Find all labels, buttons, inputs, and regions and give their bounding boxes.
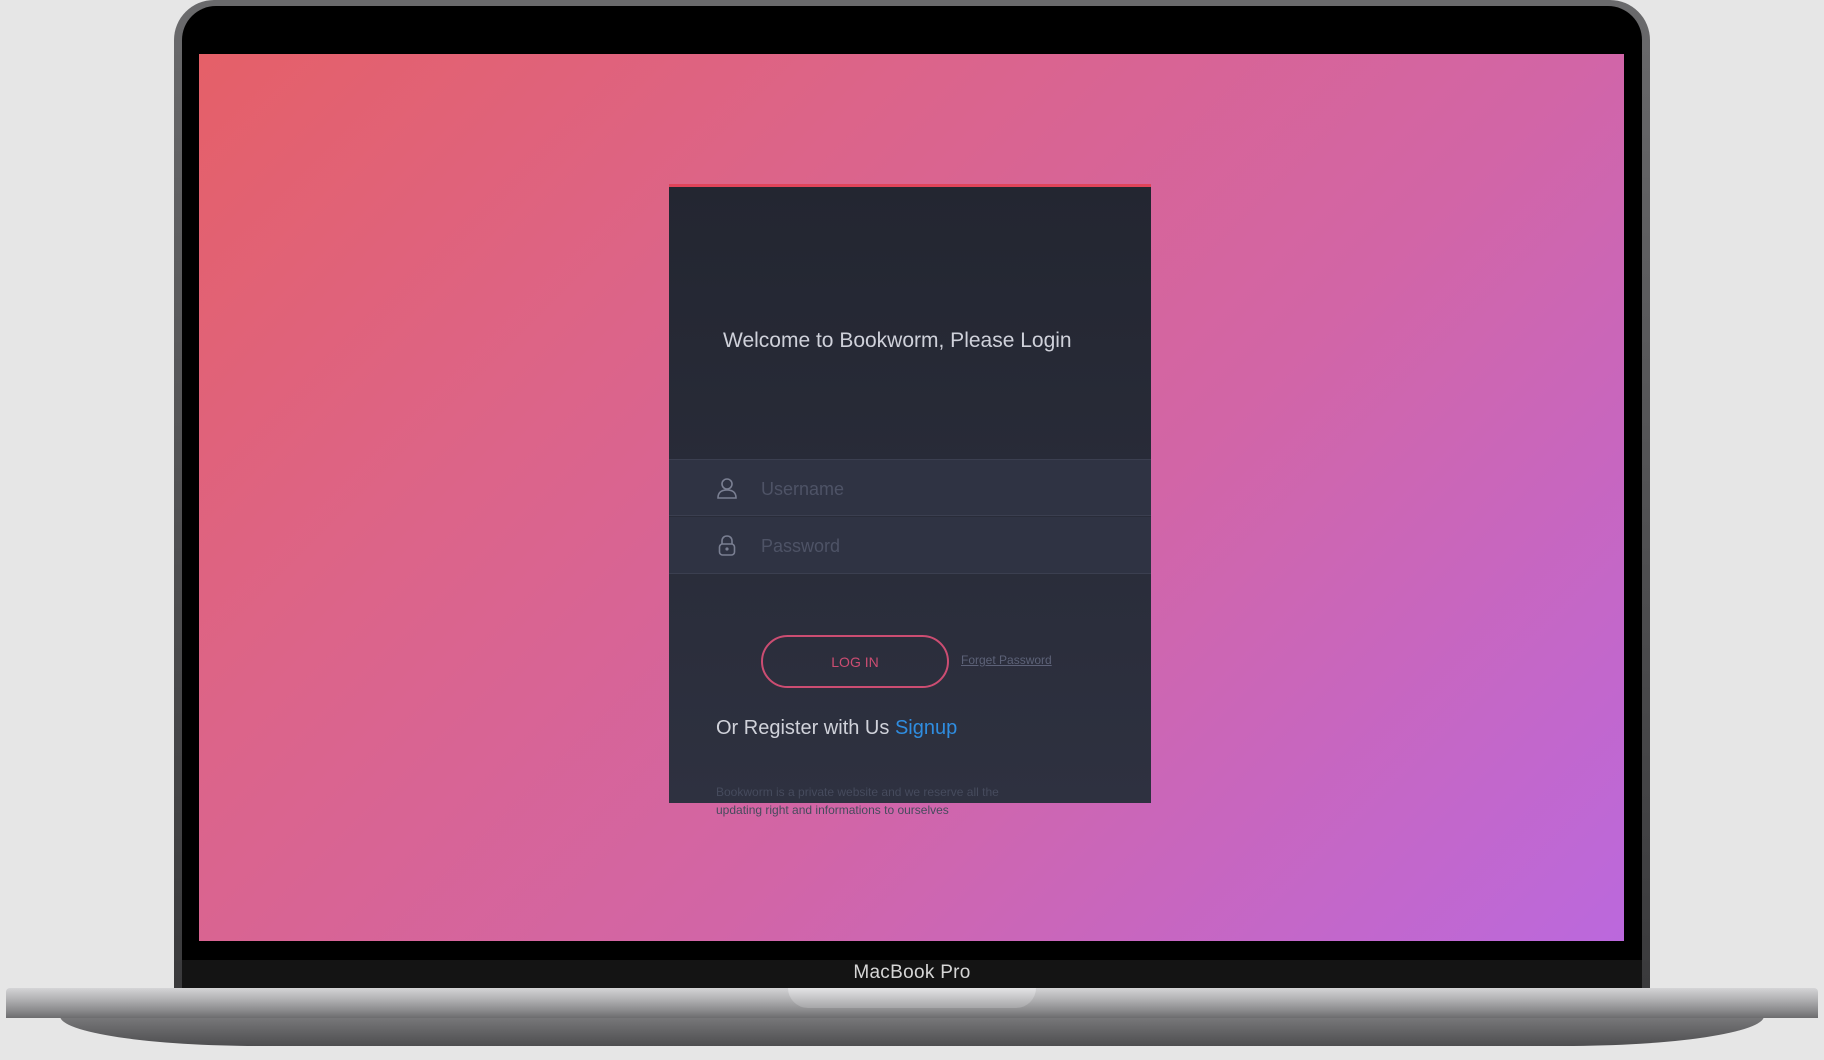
- disclaimer-text: Bookworm is a private website and we res…: [716, 785, 999, 817]
- password-field[interactable]: [669, 517, 1151, 574]
- login-button[interactable]: LOG IN: [761, 635, 949, 688]
- username-input[interactable]: [759, 470, 1123, 508]
- forgot-password-link[interactable]: Forget Password: [961, 653, 1052, 667]
- login-card: Welcome to Bookworm, Please Login LOG IN…: [669, 184, 1151, 817]
- password-input[interactable]: [759, 527, 1123, 565]
- register-text: Or Register with Us: [716, 717, 890, 739]
- user-icon: [717, 478, 737, 499]
- screen: Welcome to Bookworm, Please Login LOG IN…: [199, 54, 1624, 941]
- lock-icon: [718, 535, 736, 556]
- laptop-base-bottom: [60, 1016, 1764, 1046]
- login-title: Welcome to Bookworm, Please Login: [723, 329, 1072, 352]
- signup-link[interactable]: Signup: [895, 717, 957, 739]
- register-prompt: Or Register with Us Signup: [716, 717, 957, 740]
- device-label: MacBook Pro: [853, 962, 971, 983]
- laptop-notch: [788, 988, 1036, 1008]
- username-field[interactable]: [669, 459, 1151, 516]
